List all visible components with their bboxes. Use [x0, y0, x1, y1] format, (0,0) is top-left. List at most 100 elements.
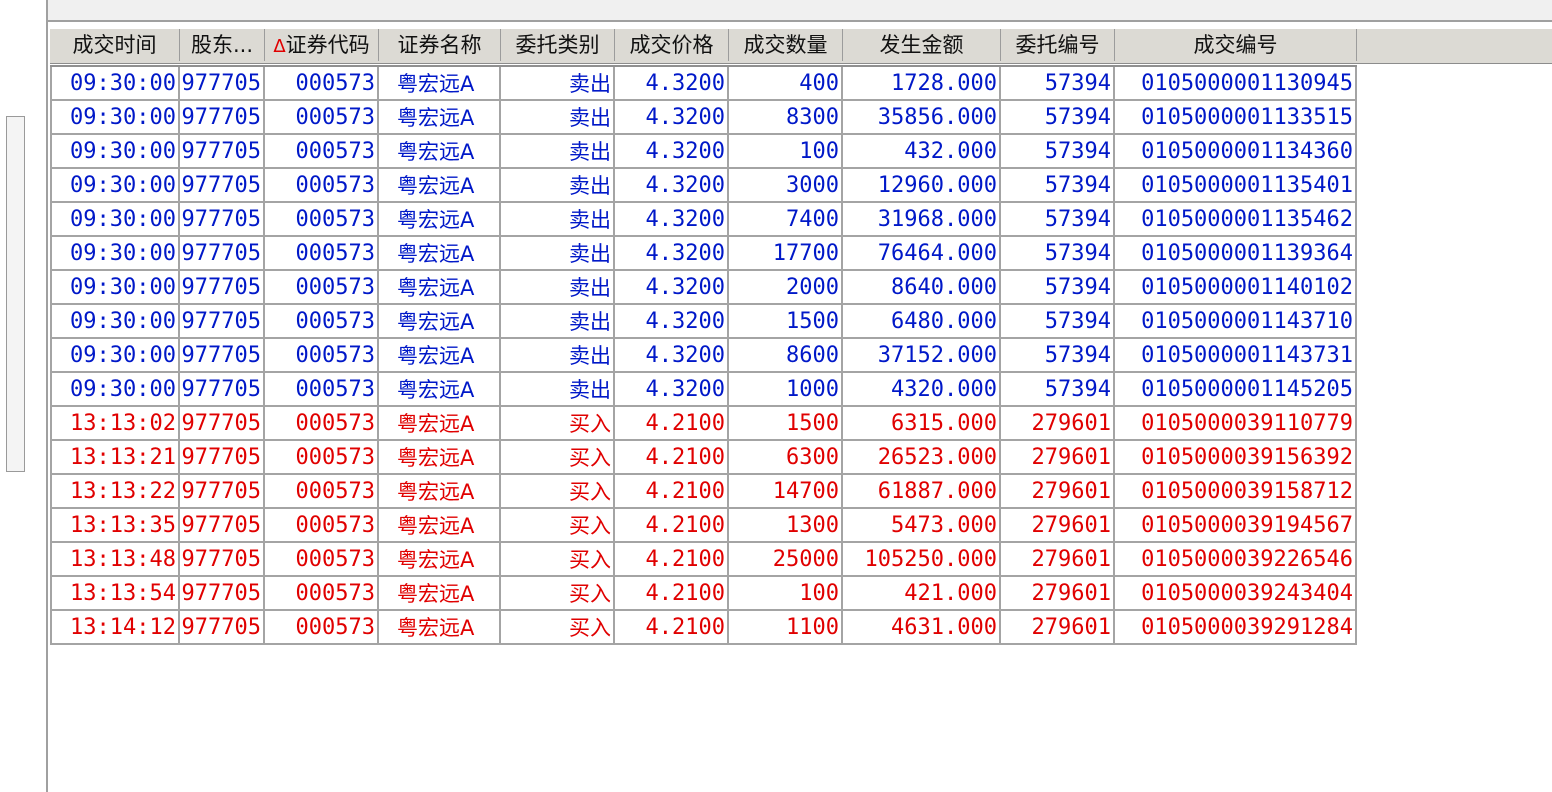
cell-time: 09:30:00	[50, 135, 180, 167]
table-row[interactable]: 09:30:00 977705 000573 粤宏远A 卖出 4.3200 400 1728.…	[50, 67, 1357, 101]
cell-name: 粤宏远A	[379, 67, 501, 99]
cell-order-no: 279601	[1001, 475, 1115, 507]
cell-deal-no: 0105000001143710	[1115, 305, 1357, 337]
cell-name: 粤宏远A	[379, 475, 501, 507]
cell-order-no: 57394	[1001, 237, 1115, 269]
cell-price: 4.3200	[615, 67, 729, 99]
trade-table: 09:30:00 977705 000573 粤宏远A 卖出 4.3200 400 1728.…	[50, 65, 1357, 645]
column-header-price[interactable]: 成交价格	[615, 29, 729, 61]
cell-code: 000573	[265, 407, 379, 439]
cell-order-no: 57394	[1001, 203, 1115, 235]
table-row[interactable]: 09:30:00 977705 000573 粤宏远A 卖出 4.3200 1500 6480…	[50, 305, 1357, 339]
cell-amount: 76464.000	[843, 237, 1001, 269]
column-header-type[interactable]: 委托类别	[501, 29, 615, 61]
table-row[interactable]: 13:14:12 977705 000573 粤宏远A 买入 4.2100 1100 4631…	[50, 611, 1357, 645]
cell-type: 卖出	[501, 135, 615, 167]
cell-name: 粤宏远A	[379, 543, 501, 575]
cell-quantity: 8300	[729, 101, 843, 133]
cell-order-no: 279601	[1001, 577, 1115, 609]
table-row[interactable]: 09:30:00 977705 000573 粤宏远A 卖出 4.3200 3000 1296…	[50, 169, 1357, 203]
cell-account: 977705	[180, 611, 265, 643]
table-row[interactable]: 13:13:22 977705 000573 粤宏远A 买入 4.2100 14700 618…	[50, 475, 1357, 509]
table-row[interactable]: 09:30:00 977705 000573 粤宏远A 卖出 4.3200 2000 8640…	[50, 271, 1357, 305]
cell-price: 4.3200	[615, 237, 729, 269]
cell-time: 13:13:22	[50, 475, 180, 507]
cell-order-no: 57394	[1001, 271, 1115, 303]
column-header-quantity[interactable]: 成交数量	[729, 29, 843, 61]
column-header-time[interactable]: 成交时间	[50, 29, 180, 61]
cell-type: 卖出	[501, 373, 615, 405]
cell-time: 09:30:00	[50, 237, 180, 269]
cell-code: 000573	[265, 237, 379, 269]
cell-order-no: 279601	[1001, 543, 1115, 575]
cell-time: 09:30:00	[50, 67, 180, 99]
cell-price: 4.3200	[615, 135, 729, 167]
cell-time: 09:30:00	[50, 101, 180, 133]
cell-account: 977705	[180, 407, 265, 439]
column-header-code[interactable]: Δ证券代码	[265, 29, 379, 61]
cell-price: 4.2100	[615, 407, 729, 439]
cell-name: 粤宏远A	[379, 271, 501, 303]
table-row[interactable]: 13:13:35 977705 000573 粤宏远A 买入 4.2100 1300 5473…	[50, 509, 1357, 543]
cell-quantity: 6300	[729, 441, 843, 473]
cell-account: 977705	[180, 305, 265, 337]
cell-amount: 105250.000	[843, 543, 1001, 575]
cell-deal-no: 0105000039226546	[1115, 543, 1357, 575]
cell-amount: 5473.000	[843, 509, 1001, 541]
cell-amount: 1728.000	[843, 67, 1001, 99]
cell-account: 977705	[180, 237, 265, 269]
cell-type: 买入	[501, 577, 615, 609]
cell-time: 13:13:21	[50, 441, 180, 473]
column-header-account[interactable]: 股东...	[180, 29, 265, 61]
cell-code: 000573	[265, 305, 379, 337]
cell-type: 卖出	[501, 339, 615, 371]
cell-deal-no: 0105000039156392	[1115, 441, 1357, 473]
cell-name: 粤宏远A	[379, 203, 501, 235]
cell-name: 粤宏远A	[379, 135, 501, 167]
cell-account: 977705	[180, 271, 265, 303]
cell-name: 粤宏远A	[379, 577, 501, 609]
table-row[interactable]: 09:30:00 977705 000573 粤宏远A 卖出 4.3200 1000 4320…	[50, 373, 1357, 407]
cell-deal-no: 0105000001135462	[1115, 203, 1357, 235]
table-row[interactable]: 09:30:00 977705 000573 粤宏远A 卖出 4.3200 8600 3715…	[50, 339, 1357, 373]
column-header-order-no[interactable]: 委托编号	[1001, 29, 1115, 61]
cell-time: 09:30:00	[50, 373, 180, 405]
cell-account: 977705	[180, 67, 265, 99]
column-header-deal-no[interactable]: 成交编号	[1115, 29, 1357, 61]
cell-type: 卖出	[501, 169, 615, 201]
table-row[interactable]: 13:13:48 977705 000573 粤宏远A 买入 4.2100 25000 105…	[50, 543, 1357, 577]
cell-order-no: 57394	[1001, 339, 1115, 371]
cell-code: 000573	[265, 271, 379, 303]
cell-order-no: 57394	[1001, 101, 1115, 133]
cell-code: 000573	[265, 611, 379, 643]
cell-quantity: 7400	[729, 203, 843, 235]
splitter-handle[interactable]	[6, 116, 25, 472]
table-row[interactable]: 09:30:00 977705 000573 粤宏远A 卖出 4.3200 17700 764…	[50, 237, 1357, 271]
cell-amount: 4320.000	[843, 373, 1001, 405]
table-row[interactable]: 09:30:00 977705 000573 粤宏远A 卖出 4.3200 8300 3585…	[50, 101, 1357, 135]
table-row[interactable]: 13:13:54 977705 000573 粤宏远A 买入 4.2100 100 421.0…	[50, 577, 1357, 611]
cell-deal-no: 0105000001145205	[1115, 373, 1357, 405]
cell-code: 000573	[265, 475, 379, 507]
cell-code: 000573	[265, 543, 379, 575]
column-header-amount[interactable]: 发生金额	[843, 29, 1001, 61]
column-header-code-label: 证券代码	[285, 33, 370, 57]
cell-code: 000573	[265, 373, 379, 405]
cell-price: 4.2100	[615, 475, 729, 507]
cell-order-no: 57394	[1001, 169, 1115, 201]
cell-time: 09:30:00	[50, 339, 180, 371]
cell-quantity: 2000	[729, 271, 843, 303]
table-row[interactable]: 13:13:02 977705 000573 粤宏远A 买入 4.2100 1500 6315…	[50, 407, 1357, 441]
cell-price: 4.3200	[615, 101, 729, 133]
cell-code: 000573	[265, 101, 379, 133]
table-row[interactable]: 09:30:00 977705 000573 粤宏远A 卖出 4.3200 100 432.0…	[50, 135, 1357, 169]
cell-type: 卖出	[501, 67, 615, 99]
table-row[interactable]: 09:30:00 977705 000573 粤宏远A 卖出 4.3200 7400 3196…	[50, 203, 1357, 237]
cell-code: 000573	[265, 577, 379, 609]
column-header-name[interactable]: 证券名称	[379, 29, 501, 61]
cell-time: 13:13:35	[50, 509, 180, 541]
cell-time: 13:13:54	[50, 577, 180, 609]
table-row[interactable]: 13:13:21 977705 000573 粤宏远A 买入 4.2100 6300 2652…	[50, 441, 1357, 475]
cell-deal-no: 0105000001130945	[1115, 67, 1357, 99]
cell-time: 09:30:00	[50, 305, 180, 337]
